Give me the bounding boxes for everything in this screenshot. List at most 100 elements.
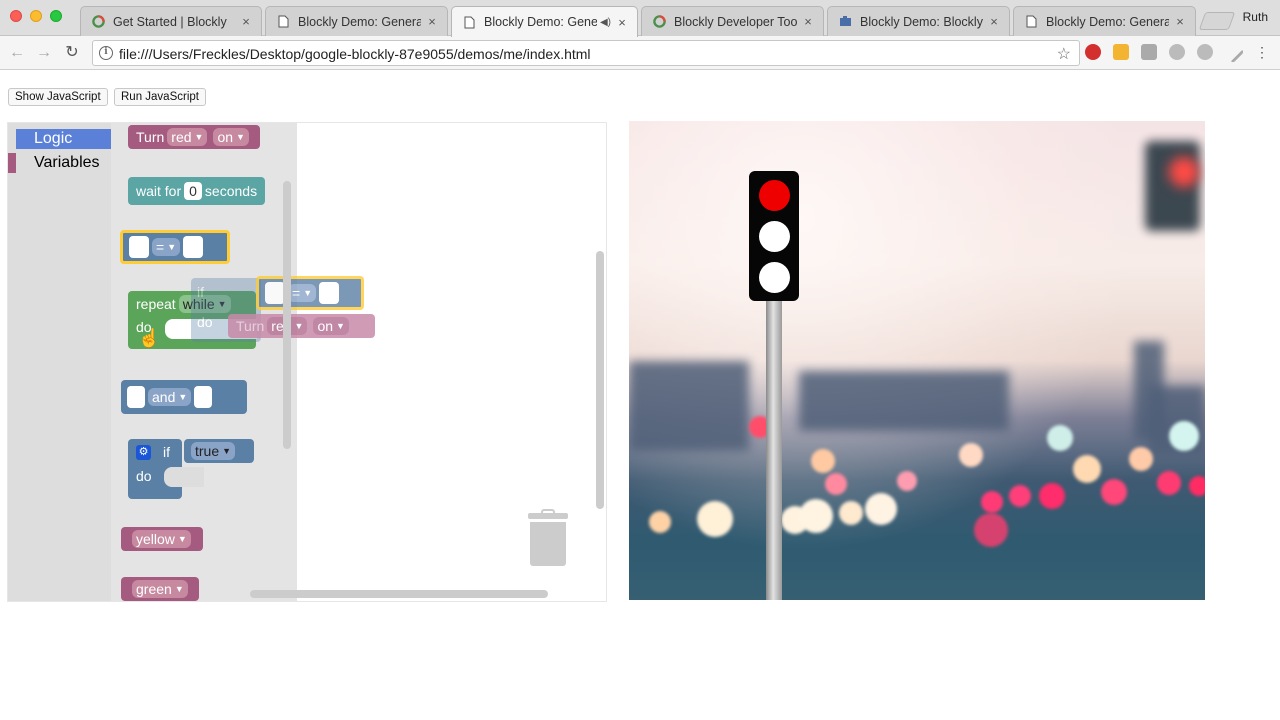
workspace-vertical-scrollbar[interactable] xyxy=(596,251,604,509)
tab-demo-generator-1[interactable]: Blockly Demo: Generat × xyxy=(265,6,448,36)
tab-close-icon[interactable]: × xyxy=(615,15,629,30)
color-dropdown[interactable]: yellow ▼ xyxy=(132,530,191,548)
info-icon[interactable]: i xyxy=(99,46,113,60)
dropdown-value: on xyxy=(317,318,334,334)
blockly-logo-icon xyxy=(652,15,666,29)
speaker-icon[interactable]: ◀︎) xyxy=(600,17,611,28)
if-statement-slot[interactable] xyxy=(164,467,204,487)
forward-arrow-icon[interactable]: → xyxy=(34,43,54,63)
tab-demo-generator-2[interactable]: Blockly Demo: Generat × xyxy=(1013,6,1196,36)
dropdown-value: and xyxy=(152,389,176,405)
block-label: Turn xyxy=(236,318,265,334)
gear-icon[interactable]: ⚙ xyxy=(136,444,151,460)
dragging-turn-block[interactable]: Turn red ▼ on ▼ xyxy=(228,314,375,338)
tab-title: Blockly Developer Tool xyxy=(674,14,797,29)
wait-block[interactable]: wait for 0 seconds xyxy=(128,177,266,205)
profile-name[interactable]: Ruth xyxy=(1243,10,1268,24)
run-javascript-button[interactable]: Run JavaScript xyxy=(114,88,206,106)
operator-dropdown[interactable]: = ▼ xyxy=(288,284,317,302)
workspace-horizontal-scrollbar[interactable] xyxy=(250,590,548,598)
tab-title: Get Started | Blockly xyxy=(113,14,227,29)
document-icon xyxy=(462,15,476,29)
dropdown-value: red xyxy=(171,129,192,145)
compare-block[interactable]: = ▼ xyxy=(120,230,230,264)
tab-bar: Get Started | Blockly × Blockly Demo: Ge… xyxy=(0,0,1280,37)
traffic-light-photo xyxy=(629,121,1205,600)
extension-note-icon[interactable] xyxy=(1113,44,1129,60)
window-minimize-button[interactable] xyxy=(30,10,42,22)
flyout-vertical-scrollbar[interactable] xyxy=(283,181,291,449)
boolean-true-block[interactable]: true ▼ xyxy=(184,439,254,463)
operator-dropdown[interactable]: and ▼ xyxy=(148,388,192,406)
toolbox-category-logic[interactable]: Logic xyxy=(16,129,111,149)
category-color-stripe xyxy=(8,153,16,173)
tab-close-icon[interactable]: × xyxy=(987,14,1001,29)
dropdown-value: = xyxy=(292,285,301,301)
compare-left-socket[interactable] xyxy=(265,282,285,304)
logic-and-block[interactable]: and ▼ xyxy=(121,380,247,414)
bookmark-star-icon[interactable]: ☆ xyxy=(1057,44,1071,64)
url-text[interactable]: file:///Users/Freckles/Desktop/google-bl… xyxy=(119,46,591,62)
window-close-button[interactable] xyxy=(10,10,22,22)
tab-title: Blockly Demo: Generat xyxy=(298,14,421,29)
new-tab-button[interactable] xyxy=(1198,12,1236,30)
color-dropdown[interactable]: red ▼ xyxy=(167,128,208,146)
tab-demo-blockly[interactable]: Blockly Demo: Blockly × xyxy=(827,6,1010,36)
toolbox-category-variables[interactable]: Variables xyxy=(8,153,111,173)
operator-dropdown[interactable]: = ▼ xyxy=(152,238,181,256)
block-label: do xyxy=(197,314,213,330)
tab-close-icon[interactable]: × xyxy=(239,14,253,29)
seconds-input[interactable]: 0 xyxy=(184,182,202,200)
dropdown-value: green xyxy=(136,581,172,597)
state-dropdown[interactable]: on ▼ xyxy=(213,128,249,146)
reload-icon[interactable]: ↻ xyxy=(62,43,82,63)
red-lamp xyxy=(759,180,790,211)
green-color-block[interactable]: green ▼ xyxy=(121,577,199,601)
amber-lamp xyxy=(759,221,790,252)
back-arrow-icon[interactable]: ← xyxy=(7,43,27,63)
and-right-socket[interactable] xyxy=(194,386,213,408)
yellow-color-block[interactable]: yellow ▼ xyxy=(121,527,203,551)
tab-developer-tools[interactable]: Blockly Developer Tool × xyxy=(641,6,824,36)
trash-can-icon[interactable] xyxy=(528,509,568,569)
tab-close-icon[interactable]: × xyxy=(801,14,815,29)
tab-title: Blockly Demo: Blockly xyxy=(860,14,983,29)
extension-sync-icon[interactable] xyxy=(1197,44,1213,60)
category-label: Variables xyxy=(34,154,100,171)
dragging-compare-block[interactable]: = ▼ xyxy=(256,276,364,310)
menu-dots-icon[interactable]: ⋮ xyxy=(1255,44,1269,60)
dropdown-value: on xyxy=(217,129,234,145)
toolbox: Logic Variables xyxy=(8,123,111,601)
tab-get-started[interactable]: Get Started | Blockly × xyxy=(80,6,262,36)
boolean-dropdown[interactable]: true ▼ xyxy=(191,442,236,460)
show-javascript-button[interactable]: Show JavaScript xyxy=(8,88,108,106)
block-label: repeat xyxy=(136,296,176,312)
tab-close-icon[interactable]: × xyxy=(425,14,439,29)
window-maximize-button[interactable] xyxy=(50,10,62,22)
dropdown-value: yellow xyxy=(136,531,175,547)
compare-left-socket[interactable] xyxy=(129,236,149,258)
tab-title: Blockly Demo: Generat xyxy=(1046,14,1169,29)
document-icon xyxy=(276,15,290,29)
blockly-workspace[interactable]: Logic Variables Turn red ▼ on ▼ wait for 0… xyxy=(7,122,607,602)
tab-close-icon[interactable]: × xyxy=(1173,14,1187,29)
compare-right-socket[interactable] xyxy=(183,236,204,258)
block-label: wait for xyxy=(136,183,182,199)
state-dropdown[interactable]: on ▼ xyxy=(313,317,349,335)
extension-cloud-icon[interactable] xyxy=(1169,44,1185,60)
blockly-logo-icon xyxy=(91,15,105,29)
color-dropdown[interactable]: green ▼ xyxy=(132,580,188,598)
document-icon xyxy=(1024,15,1038,29)
tab-demo-active[interactable]: Blockly Demo: Gene ◀︎) × xyxy=(451,6,638,37)
block-label: if xyxy=(197,284,204,300)
extension-k-icon[interactable] xyxy=(1141,44,1157,60)
compare-right-socket[interactable] xyxy=(319,282,340,304)
block-label: Turn xyxy=(136,129,165,145)
and-left-socket[interactable] xyxy=(127,386,145,408)
turn-light-block[interactable]: Turn red ▼ on ▼ xyxy=(128,125,260,149)
adblock-icon[interactable] xyxy=(1085,44,1101,60)
block-label: seconds xyxy=(204,183,258,199)
puzzle-icon xyxy=(838,15,852,29)
address-bar[interactable]: i file:///Users/Freckles/Desktop/google-… xyxy=(92,40,1080,66)
dropdown-value: = xyxy=(156,239,165,255)
